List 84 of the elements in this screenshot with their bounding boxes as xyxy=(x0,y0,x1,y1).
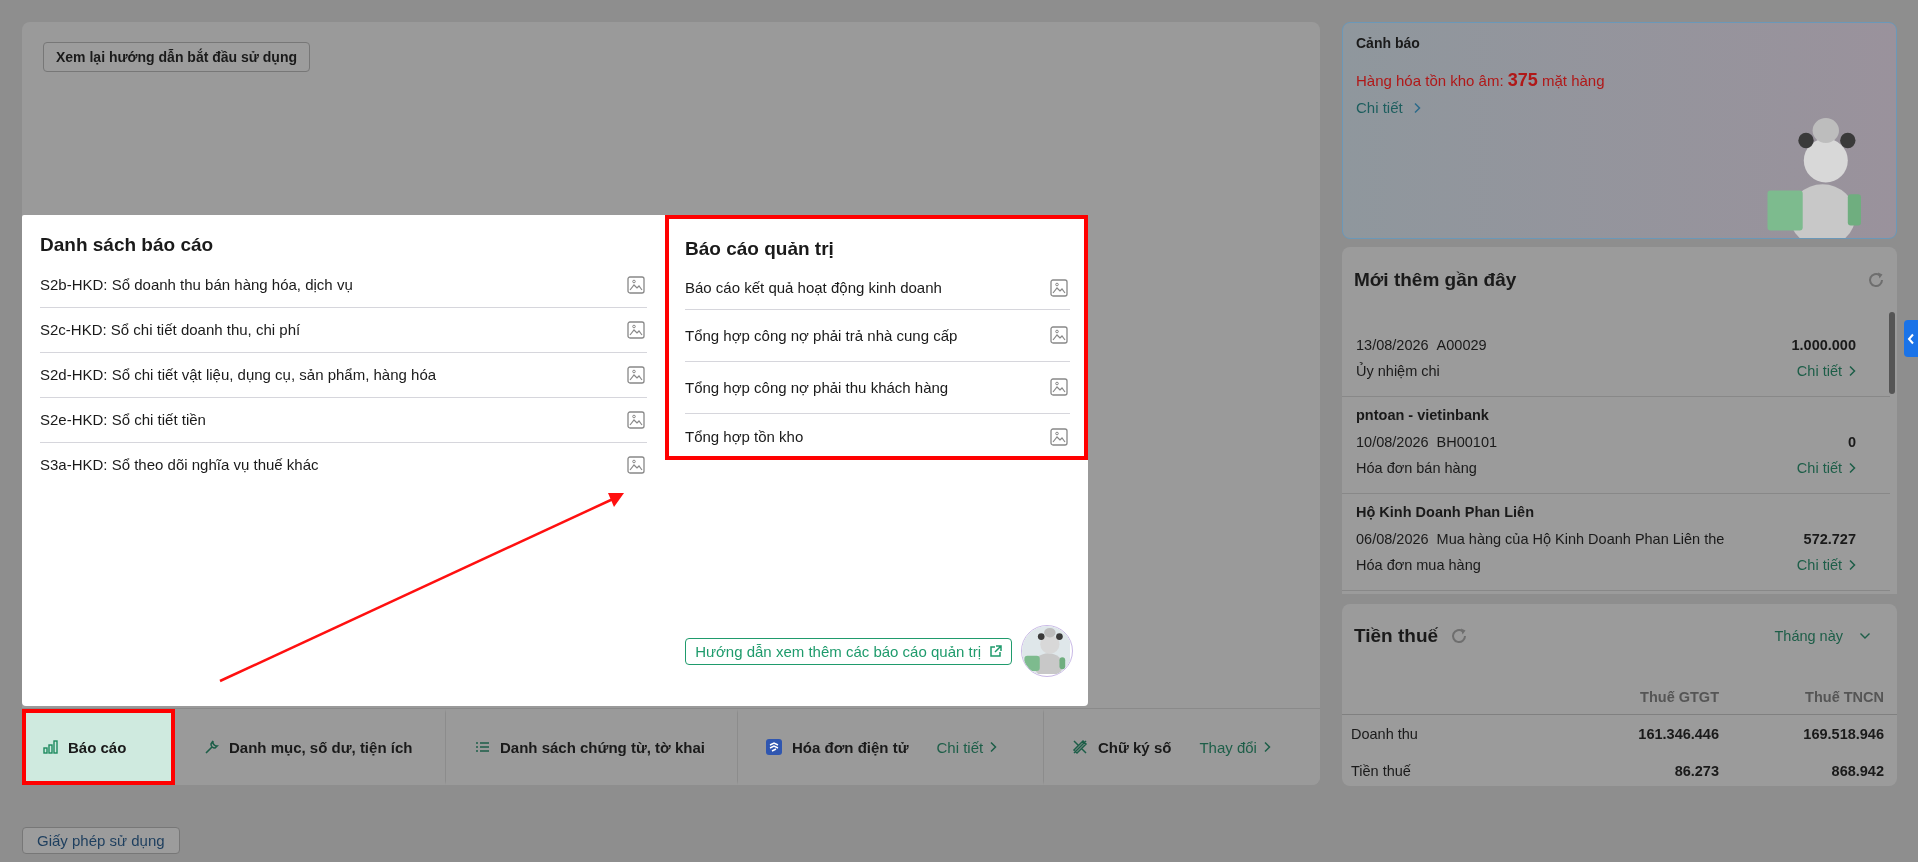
chevron-right-icon xyxy=(989,741,998,754)
image-icon xyxy=(1050,326,1068,345)
report-name: Tổng hợp tồn kho xyxy=(685,428,804,446)
license-button[interactable]: Giấy phép sử dụng xyxy=(22,827,180,854)
entry-amount: 1.000.000 xyxy=(1791,337,1856,353)
chevron-right-icon xyxy=(1848,462,1856,474)
report-name: Tổng hợp công nợ phải trả nhà cung cấp xyxy=(685,326,958,344)
feature-tab[interactable]: Báo cáo xyxy=(22,709,175,785)
table-cell-text: 86.273 xyxy=(1673,762,1719,779)
chevron-right-icon xyxy=(1262,741,1271,754)
report-item[interactable]: S2d-HKD: Sổ chi tiết vật liệu, dụng cụ, sản phẩm, hàng hóa xyxy=(40,352,647,398)
tab-label: Báo cáo xyxy=(68,738,127,756)
table-cell-text: 169.518.946 xyxy=(1802,725,1884,742)
entry-reference: A00029 xyxy=(1436,337,1487,353)
onboarding-button[interactable]: Xem lại hướng dẫn bắt đầu sử dụng xyxy=(43,42,311,72)
section-title: Báo cáo quản trị xyxy=(685,237,835,260)
report-item[interactable]: S2b-HKD: Sổ doanh thu bán hàng hóa, dịch vụ xyxy=(40,262,647,308)
report-name: S2b-HKD: Sổ doanh thu bán hàng hóa, dịch vụ xyxy=(40,276,353,294)
scrollbar[interactable] xyxy=(1889,312,1895,394)
guide-link[interactable]: Hướng dẫn xem thêm các báo cáo quản trị xyxy=(685,637,1012,665)
report-name: S2d-HKD: Sổ chi tiết vật liệu, dụng cụ, sản phẩm, hàng hóa xyxy=(40,366,437,384)
report-item[interactable]: S3a-HKD: Sổ theo dõi nghĩa vụ thuế khác xyxy=(40,442,647,487)
image-icon xyxy=(627,365,645,384)
table-cell-text: 868.942 xyxy=(1830,762,1884,779)
tools-icon xyxy=(1072,739,1088,756)
card-title: Mới thêm gần đây xyxy=(1354,269,1517,291)
report-item[interactable]: Báo cáo kết quả hoạt động kinh doanh xyxy=(685,266,1070,310)
alert-title: Cảnh báo xyxy=(1356,35,1421,51)
image-icon xyxy=(627,275,645,294)
wrench-icon xyxy=(203,739,219,756)
card-title: Tiền thuế xyxy=(1354,625,1439,647)
image-icon xyxy=(1050,378,1068,397)
collapse-tab[interactable] xyxy=(1904,320,1918,357)
feature-tab[interactable]: Danh mục, số dư, tiện ích xyxy=(175,709,446,785)
table-cell-text: 161.346.446 xyxy=(1637,725,1719,742)
image-icon xyxy=(1050,278,1068,297)
section-title: Danh sách báo cáo xyxy=(40,233,215,256)
image-icon xyxy=(627,320,645,339)
entry-reference: BH00101 xyxy=(1436,434,1498,450)
row-label: Doanh thu xyxy=(1351,725,1419,742)
column-header: Thuế GTGT xyxy=(1639,689,1719,705)
tab-label: Hóa đơn điện tử xyxy=(792,738,909,756)
partner-name: Hộ Kinh Doanh Phan Liên xyxy=(1356,504,1536,520)
report-name: Báo cáo kết quả hoạt động kinh doanh xyxy=(685,279,942,297)
report-name: S3a-HKD: Sổ theo dõi nghĩa vụ thuế khác xyxy=(40,456,319,474)
refresh-icon xyxy=(1450,627,1469,645)
entry-type: Hóa đơn bán hàng xyxy=(1356,460,1477,476)
tab-label: Danh mục, số dư, tiện ích xyxy=(229,738,413,756)
report-name: Tổng hợp công nợ phải thu khách hàng xyxy=(685,378,949,396)
row-label: Tiền thuế xyxy=(1351,762,1412,779)
entry-type: Ủy nhiệm chi xyxy=(1356,363,1440,379)
tab-label: Chữ ký số xyxy=(1098,738,1172,756)
report-item[interactable]: S2c-HKD: Sổ chi tiết doanh thu, chi phí xyxy=(40,307,647,353)
feature-tab[interactable]: Chữ ký số Thay đổi xyxy=(1044,709,1320,785)
refresh-icon xyxy=(1867,271,1885,289)
chevron-left-icon xyxy=(1907,332,1915,345)
entry-reference: Mua hàng của Hộ Kinh Doanh Phan Liên the xyxy=(1436,531,1725,547)
feature-tab[interactable]: Hóa đơn điện tử Chi tiết xyxy=(738,709,1044,785)
external-link-icon xyxy=(989,644,1002,658)
entry-amount: 0 xyxy=(1847,434,1856,450)
image-icon xyxy=(627,455,645,474)
image-icon xyxy=(1050,427,1068,446)
chevron-right-icon xyxy=(1848,365,1856,377)
report-item[interactable]: S2e-HKD: Sổ chi tiết tiền xyxy=(40,397,647,443)
alert-message: Hàng hóa tồn kho âm: 375 mặt hàng xyxy=(1356,70,1606,91)
chevron-right-icon xyxy=(1412,101,1421,114)
entry-date: 06/08/2026 xyxy=(1356,531,1429,547)
report-name: S2c-HKD: Sổ chi tiết doanh thu, chi phí xyxy=(40,321,301,339)
bar-chart-icon xyxy=(42,739,58,756)
entry-type: Hóa đơn mua hàng xyxy=(1356,557,1481,573)
report-item[interactable]: Tổng hợp công nợ phải trả nhà cung cấp xyxy=(685,309,1070,362)
report-item[interactable]: Tổng hợp tồn kho xyxy=(685,413,1070,460)
partner-name: pntoan - vietinbank xyxy=(1356,407,1490,423)
report-name: S2e-HKD: Sổ chi tiết tiền xyxy=(40,411,206,429)
report-item[interactable]: Tổng hợp công nợ phải thu khách hàng xyxy=(685,361,1070,414)
chevron-right-icon xyxy=(1848,559,1856,571)
feature-tab[interactable]: Danh sách chứng từ, tờ khai xyxy=(446,709,738,785)
image-icon xyxy=(627,410,645,429)
tab-label: Danh sách chứng từ, tờ khai xyxy=(500,738,705,756)
entry-date: 13/08/2026 xyxy=(1356,337,1429,353)
column-header: Thuế TNCN xyxy=(1804,689,1884,705)
entry-amount: 572.727 xyxy=(1803,531,1856,547)
entry-date: 10/08/2026 xyxy=(1356,434,1429,450)
chevron-down-icon xyxy=(1859,632,1871,640)
